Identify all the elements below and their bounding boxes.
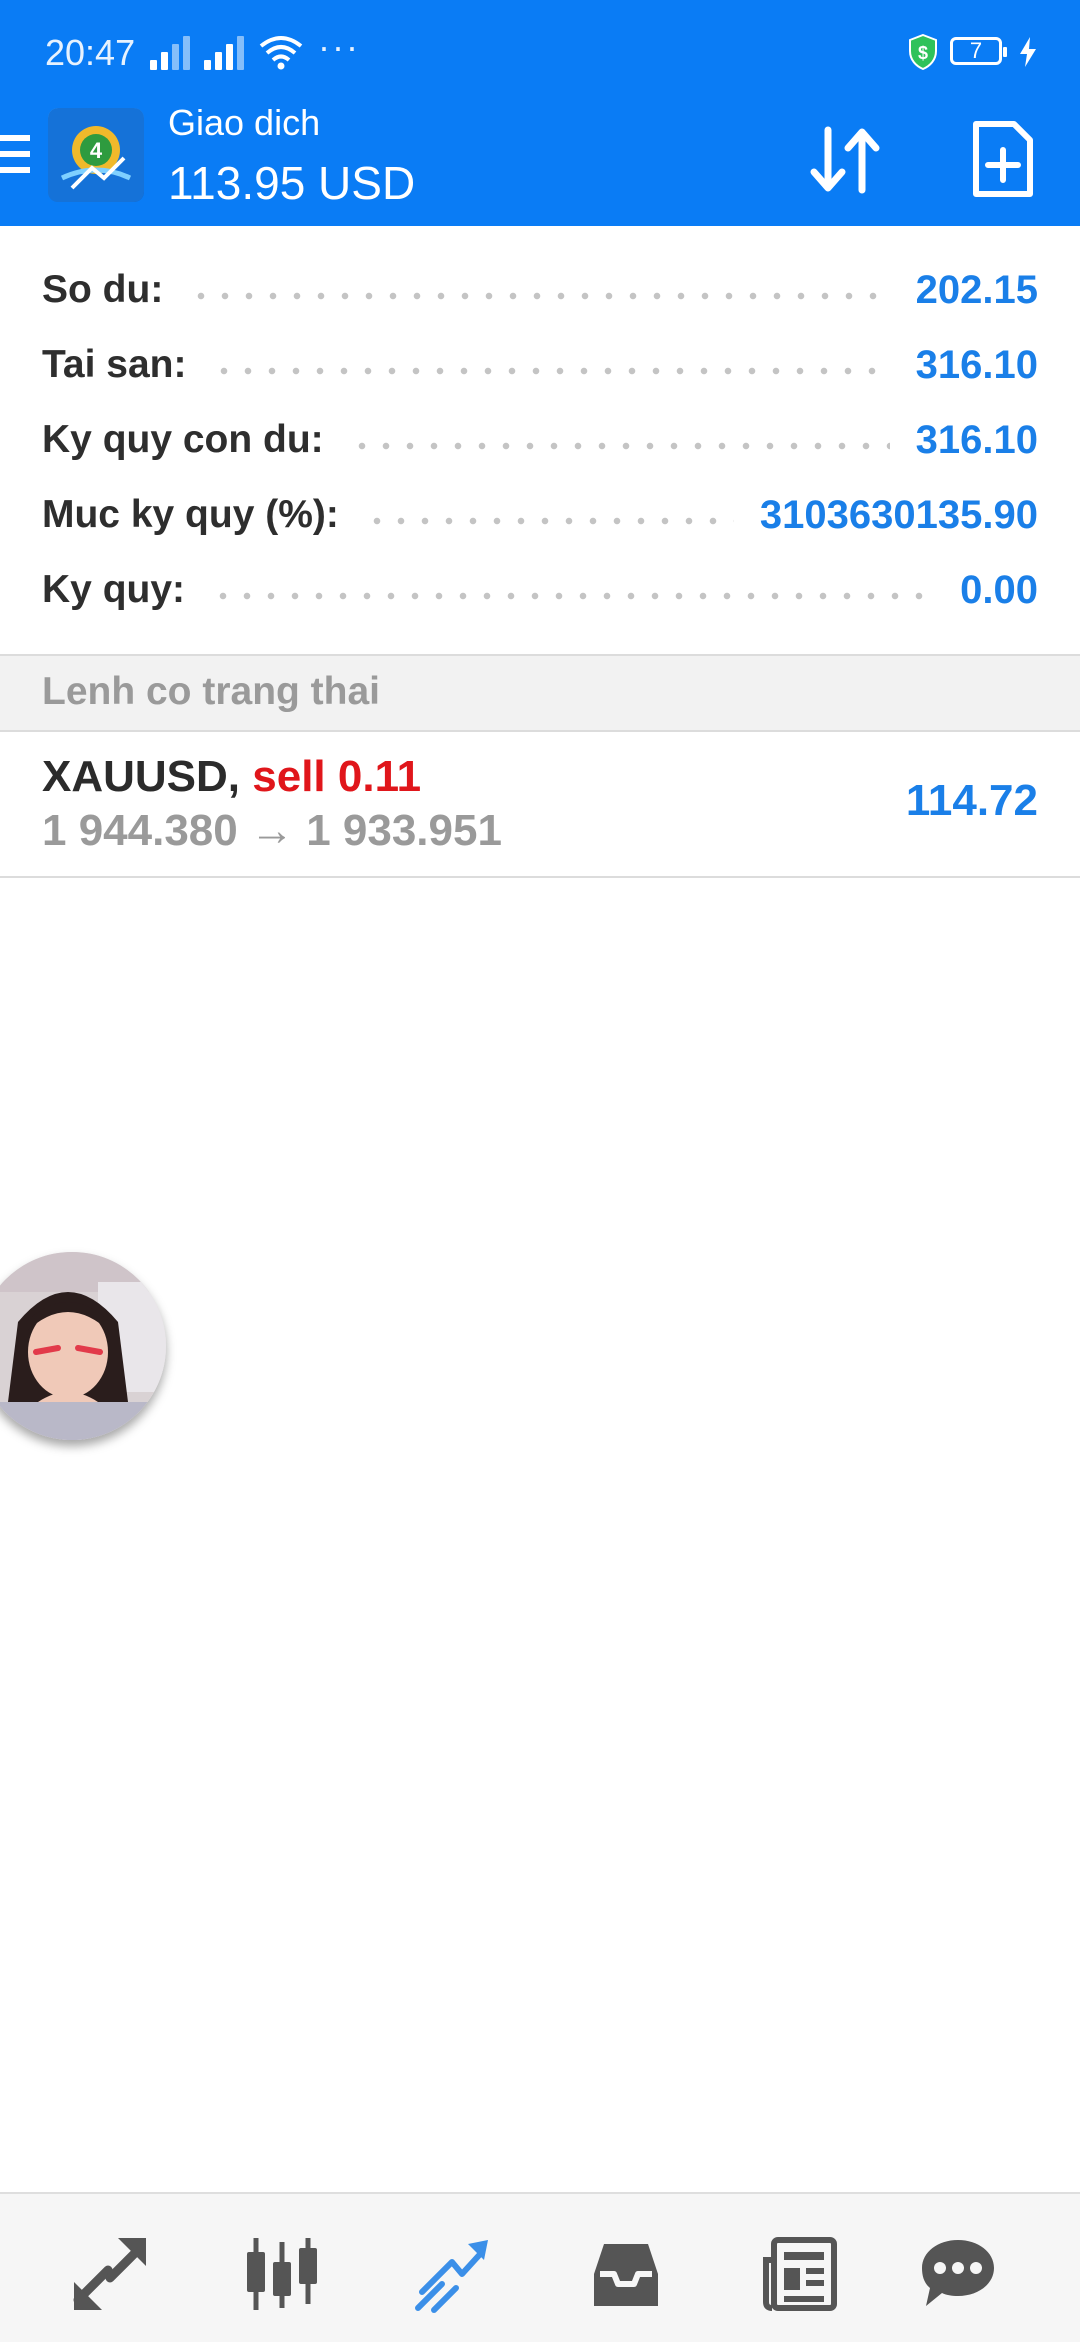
security-shield-icon: $ [909,34,937,70]
news-icon[interactable] [760,2234,840,2314]
new-order-button[interactable] [970,118,1036,200]
dotted-leader [364,515,734,527]
svg-text:4: 4 [90,138,103,163]
profit-summary: 113.95 USD [168,157,416,209]
summary-row-balance: So du: 202.15 [42,255,1038,325]
chat-icon[interactable] [918,2234,998,2314]
balance-label: So du: [42,268,164,311]
screen-title: Giao dich [168,102,321,143]
trade-icon[interactable] [412,2234,492,2314]
svg-text:$: $ [918,43,928,63]
sort-button[interactable] [800,120,890,200]
margin-value: 0.00 [960,567,1038,612]
history-icon[interactable] [586,2234,666,2314]
floating-avatar[interactable] [0,1252,166,1440]
battery-icon: 7 [950,37,1007,65]
chart-icon[interactable] [242,2234,322,2314]
equity-label: Tai san: [42,343,187,386]
summary-row-equity: Tai san: 316.10 [42,330,1038,400]
dotted-leader [211,590,935,602]
app-logo-icon: 4 [48,108,144,202]
section-title: Lenh co trang thai [42,670,381,713]
bottom-navigation [0,2192,1080,2342]
wifi-icon [259,36,303,70]
margin-level-value: 3103630135.90 [759,492,1038,537]
status-time: 20:47 [45,32,136,73]
status-overflow-icon: ··· [318,26,360,67]
signal-2-icon [204,36,246,70]
positions-section-header: Lenh co trang thai [0,656,1080,732]
summary-row-free-margin: Ky quy con du: 316.10 [42,405,1038,475]
free-margin-label: Ky quy con du: [42,418,324,461]
position-profit: 114.72 [905,776,1038,825]
position-side: sell 0.11 [252,752,422,801]
position-title: XAUUSD, sell 0.11 [42,752,421,802]
free-margin-value: 316.10 [915,417,1038,462]
app-header: 20:47 ··· $ 7 4 Giao dich 113.95 USD [0,0,1080,226]
charging-icon [1020,37,1036,67]
dotted-leader [212,365,890,377]
dotted-leader [189,290,890,302]
dotted-leader [349,440,890,452]
position-row[interactable]: XAUUSD, sell 0.11 1 944.380 → 1 933.951 … [0,732,1080,878]
summary-row-margin: Ky quy: 0.00 [42,555,1038,625]
menu-icon[interactable] [0,135,30,175]
signal-1-icon [150,36,192,70]
status-bar: 20:47 ··· $ 7 [0,0,1080,100]
margin-label: Ky quy: [42,568,186,611]
position-prices: 1 944.380 → 1 933.951 [42,806,502,855]
balance-value: 202.15 [915,267,1038,312]
position-symbol: XAUUSD, [42,752,241,801]
summary-row-margin-level: Muc ky quy (%): 3103630135.90 [42,480,1038,550]
quotes-icon[interactable] [70,2234,150,2314]
equity-value: 316.10 [915,342,1038,387]
margin-level-label: Muc ky quy (%): [42,493,339,536]
